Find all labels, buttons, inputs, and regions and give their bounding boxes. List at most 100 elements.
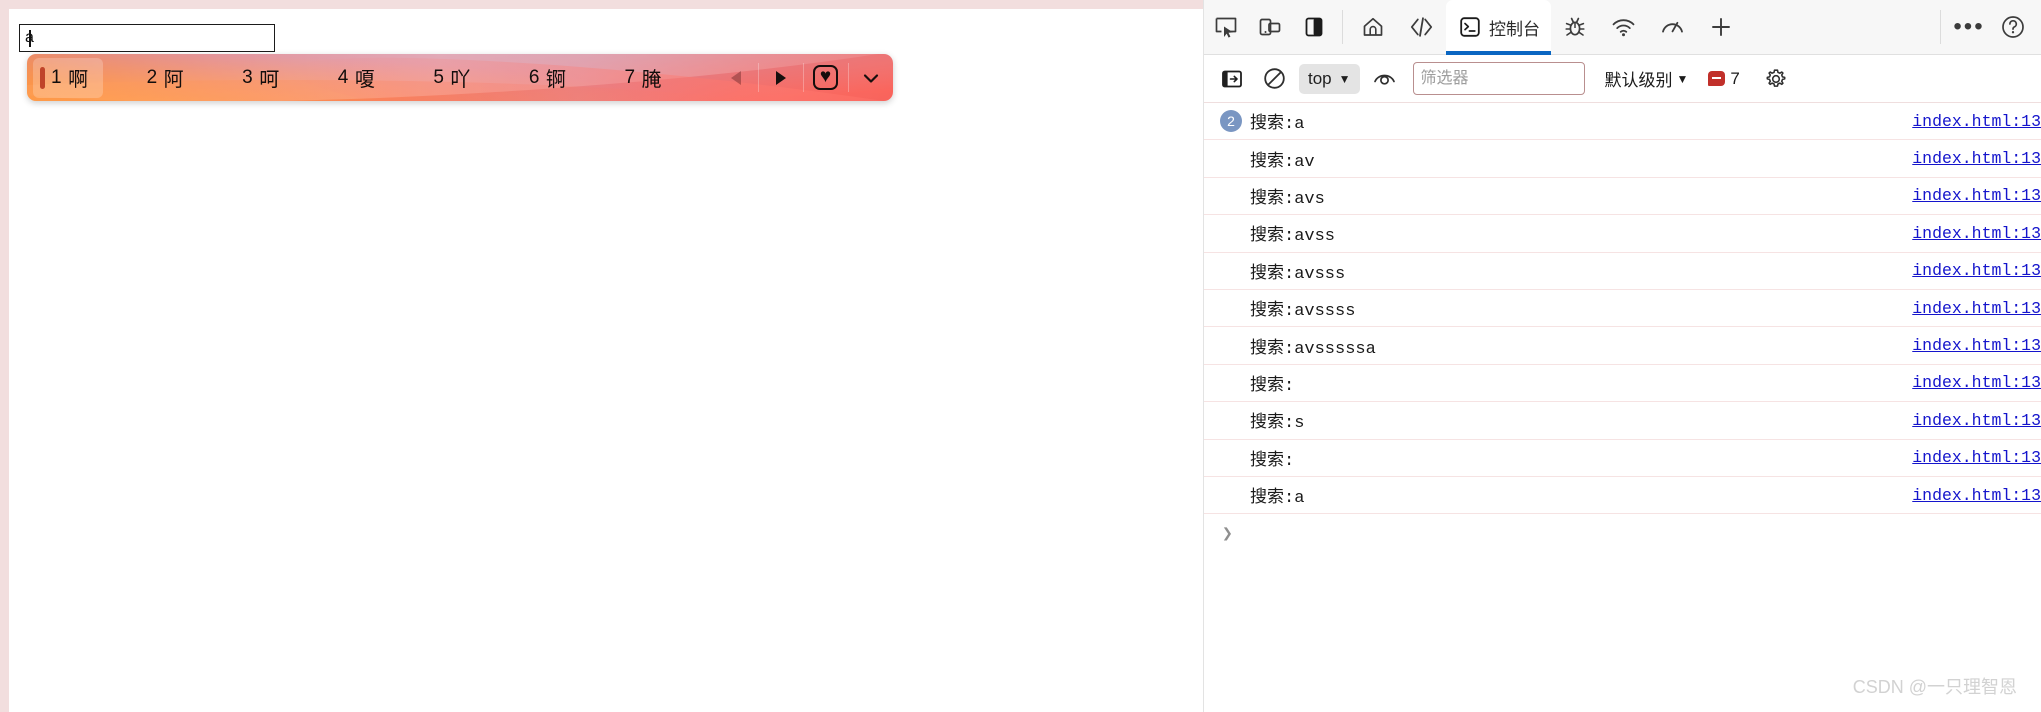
console-log-row[interactable]: 搜索: index.html:13 (1204, 365, 2041, 403)
ime-candidate-word: 嗄 (354, 69, 376, 91)
log-source-link[interactable]: index.html:13 (1912, 261, 2041, 280)
console-log-row[interactable]: 搜索:avsssssa index.html:13 (1204, 327, 2041, 365)
device-toolbar-button[interactable] (1248, 5, 1292, 49)
home-icon (1363, 17, 1383, 36)
ime-candidate-word: 阿 (163, 69, 185, 91)
search-input[interactable] (19, 24, 275, 52)
tab-elements[interactable] (1397, 0, 1446, 55)
log-source-link[interactable]: index.html:13 (1912, 186, 2041, 205)
wifi-icon (1612, 19, 1635, 37)
ime-candidate-index: 5 (433, 66, 445, 88)
issues-badge[interactable]: 7 (1708, 68, 1740, 89)
ime-expand-button[interactable] (848, 54, 893, 101)
log-message: 搜索:av (1250, 152, 1315, 172)
log-message: 搜索:s (1250, 414, 1305, 434)
console-log-row[interactable]: 搜索:avss index.html:13 (1204, 215, 2041, 253)
log-badge-placeholder (1220, 409, 1242, 431)
chevron-down-icon: ▼ (1676, 71, 1689, 86)
ime-candidate[interactable]: 2阿 (133, 58, 199, 98)
tab-welcome[interactable] (1349, 0, 1397, 55)
log-source-link[interactable]: index.html:13 (1912, 149, 2041, 168)
log-source-link[interactable]: index.html:13 (1912, 299, 2041, 318)
chevron-down-icon (863, 73, 878, 83)
log-badge-placeholder (1220, 372, 1242, 394)
log-source-link[interactable]: index.html:13 (1912, 373, 2041, 392)
heart-box-icon: ♥ (813, 65, 838, 90)
ime-candidate[interactable]: 5吖 (419, 58, 485, 98)
ime-candidate[interactable]: 1啊 (33, 57, 103, 98)
console-settings-button[interactable] (1756, 59, 1796, 99)
console-log-row[interactable]: 搜索:avsss index.html:13 (1204, 253, 2041, 290)
bug-icon (1565, 17, 1585, 36)
log-message: 搜索:avs (1250, 189, 1325, 209)
ime-candidate[interactable]: 4嗄 (324, 58, 390, 98)
log-badge-placeholder (1220, 148, 1242, 170)
log-badge-placeholder (1220, 335, 1242, 357)
log-source-link[interactable]: index.html:13 (1912, 112, 2041, 131)
log-badge-placeholder (1220, 222, 1242, 244)
execution-context-value: top (1308, 68, 1332, 88)
ime-next-page-button[interactable] (758, 54, 803, 101)
log-message: 搜索:avss (1250, 227, 1336, 247)
console-log-row[interactable]: 搜索:avs index.html:13 (1204, 178, 2041, 216)
console-log-row[interactable]: 搜索:av index.html:13 (1204, 140, 2041, 178)
tab-performance[interactable] (1648, 0, 1697, 55)
execution-context-selector[interactable]: top ▼ (1299, 63, 1360, 94)
console-log-row[interactable]: 搜索: index.html:13 (1204, 440, 2041, 477)
log-badge-placeholder (1220, 185, 1242, 207)
log-source-link[interactable]: index.html:13 (1912, 486, 2041, 505)
ellipsis-icon: ••• (1953, 13, 1985, 40)
log-source-link[interactable]: index.html:13 (1912, 224, 2041, 243)
console-log-row[interactable]: 2 搜索:a index.html:13 (1204, 103, 2041, 141)
ime-candidate[interactable]: 6锕 (515, 58, 581, 98)
log-repeat-count-badge: 2 (1220, 110, 1242, 133)
ime-candidate-word: 锕 (545, 69, 567, 91)
ime-candidate[interactable]: 7腌 (610, 58, 676, 98)
help-circle-icon (2002, 16, 2024, 38)
console-log-row[interactable]: 搜索:a index.html:13 (1204, 477, 2041, 515)
ime-candidate-bar[interactable]: 1啊 2阿 3呵 4嗄 5吖 6锕 7腌 ♥ (27, 54, 893, 101)
console-log-row[interactable]: 搜索:s index.html:13 (1204, 402, 2041, 440)
dock-side-button[interactable] (1292, 5, 1336, 49)
log-message: 搜索: (1250, 451, 1295, 471)
heart-glyph: ♥ (819, 66, 832, 88)
live-expression-button[interactable] (1365, 59, 1405, 99)
log-message: 搜索: (1250, 376, 1295, 396)
show-console-sidebar-icon (1222, 70, 1242, 87)
help-button[interactable] (1991, 5, 2035, 49)
filter-input[interactable] (1412, 62, 1585, 95)
ime-prev-page-button[interactable] (713, 54, 758, 101)
tab-sources[interactable] (1551, 0, 1599, 55)
ime-favorite-button[interactable]: ♥ (803, 54, 848, 101)
devtools-tabbar-right: ••• (1934, 0, 2035, 54)
browser-page-viewport: 1啊 2阿 3呵 4嗄 5吖 6锕 7腌 ♥ (0, 0, 1203, 712)
tab-network[interactable] (1599, 0, 1648, 55)
ime-candidate-index: 4 (337, 66, 349, 88)
devtools-panel: 控制台 ••• top ▼ 筛选器 默认级别 ▼ 7 2 搜索:a index.… (1203, 0, 2041, 712)
toolbar-divider (1342, 10, 1343, 44)
ime-candidate-index: 6 (528, 66, 540, 88)
more-tools-button[interactable]: ••• (1947, 5, 1991, 49)
ime-controls: ♥ (713, 54, 893, 101)
tab-console[interactable]: 控制台 (1446, 0, 1551, 55)
console-log-row[interactable]: 搜索:avssss index.html:13 (1204, 290, 2041, 328)
issues-count: 7 (1730, 68, 1740, 88)
log-source-link[interactable]: index.html:13 (1912, 336, 2041, 355)
log-source-link[interactable]: index.html:13 (1912, 411, 2041, 430)
ime-candidate-index: 7 (624, 66, 636, 88)
ime-candidate[interactable]: 3呵 (228, 58, 294, 98)
log-source-link[interactable]: index.html:13 (1912, 448, 2041, 467)
inspect-element-icon (1215, 17, 1237, 38)
log-message: 搜索:a (1250, 489, 1305, 509)
page-content-area (9, 9, 1203, 712)
clear-console-button[interactable] (1254, 59, 1294, 99)
tab-add[interactable] (1697, 0, 1745, 55)
log-message: 搜索:avsssssa (1250, 339, 1376, 359)
show-console-sidebar-button[interactable] (1212, 59, 1252, 99)
console-prompt[interactable]: ❯ (1204, 514, 2041, 554)
devtools-tabs: 控制台 (1349, 0, 1745, 55)
devtools-tabbar: 控制台 ••• (1204, 0, 2041, 55)
inspect-element-button[interactable] (1204, 5, 1248, 49)
search-field-wrapper (19, 24, 275, 52)
log-level-selector[interactable]: 默认级别 ▼ (1605, 66, 1689, 91)
